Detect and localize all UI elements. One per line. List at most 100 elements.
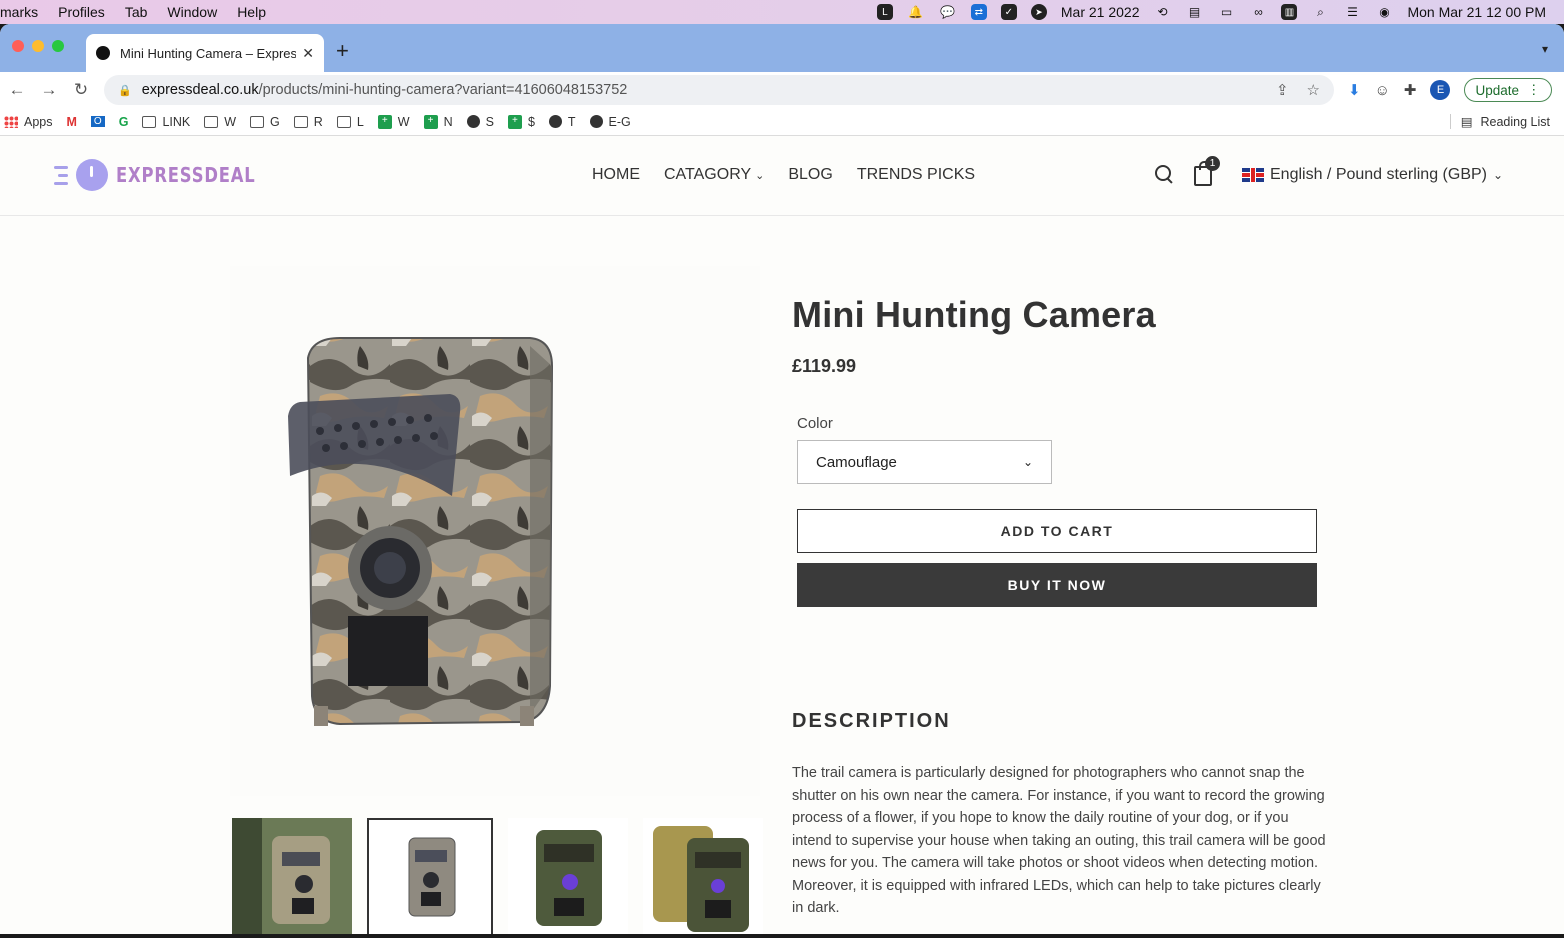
more-menu-icon: ⋮ (1527, 82, 1541, 97)
thumbnail-image (643, 818, 763, 934)
url-host: expressdeal.co.uk (141, 82, 259, 98)
tab-search-chevron-icon[interactable]: ▾ (1542, 42, 1548, 56)
forward-button[interactable]: → (40, 80, 58, 100)
menu-tab[interactable]: Tab (115, 4, 158, 20)
control-center-icon[interactable]: ☰ (1343, 4, 1361, 20)
bookmark-folder-w[interactable]: W (204, 115, 236, 129)
site-logo[interactable]: EXPRESSDEAL (52, 159, 286, 191)
menubar-clock: Mon Mar 21 12 00 PM (1407, 4, 1546, 20)
bookmark-gmail[interactable]: M (67, 115, 77, 129)
bookmark-globe-eg[interactable]: E-G (589, 115, 631, 129)
locale-selector[interactable]: English / Pound sterling (GBP) ⌄ (1242, 166, 1503, 184)
browser-toolbar: ← → ↻ 🔒 expressdeal.co.uk /products/mini… (0, 72, 1564, 108)
color-select[interactable]: Camouflage ⌄ (797, 440, 1052, 484)
apps-grid-icon (4, 115, 18, 128)
battery-icon[interactable]: ▭ (1217, 4, 1235, 20)
color-select-value: Camouflage (816, 453, 897, 471)
web-page: EXPRESSDEAL HOME CATAGORY ⌄ BLOG TRENDS P… (0, 136, 1564, 934)
cursor-app-icon[interactable]: ➤ (1030, 4, 1047, 20)
back-button[interactable]: ← (8, 80, 26, 100)
reload-button[interactable]: ↻ (72, 80, 90, 100)
chevron-down-icon: ⌄ (1022, 455, 1033, 469)
reading-list-button[interactable]: ▤ Reading List (1449, 114, 1560, 129)
checkmark-app-icon[interactable]: ✓ (1000, 4, 1017, 20)
bookmark-sheet-dollar[interactable]: + $ (507, 114, 535, 129)
spotlight-search-icon[interactable]: ⌕ (1311, 4, 1329, 20)
site-header: EXPRESSDEAL HOME CATAGORY ⌄ BLOG TRENDS P… (0, 136, 1564, 216)
time-machine-icon[interactable]: ⟲ (1153, 4, 1171, 20)
menu-window[interactable]: Window (157, 4, 227, 20)
link-icon[interactable]: ∞ (1249, 4, 1267, 20)
globe-icon (548, 115, 562, 128)
profile-avatar[interactable]: E (1430, 80, 1451, 100)
bookmark-folder-g[interactable]: G (250, 115, 280, 129)
bookmark-globe-s[interactable]: S (466, 115, 494, 129)
thumbnail-2-selected[interactable] (367, 818, 493, 934)
bookmark-sheet-n[interactable]: + N (423, 114, 453, 129)
tab-strip: Mini Hunting Camera – ExpressDeal ✕ + ▾ (0, 24, 1564, 72)
uk-flag-icon (1242, 168, 1264, 182)
header-actions: 1 (1154, 156, 1220, 186)
bookmark-grammarly[interactable]: G (119, 115, 129, 129)
siri-icon[interactable]: ◉ (1375, 4, 1393, 20)
teamviewer-icon[interactable]: ⇄ (970, 4, 987, 20)
logo-clock-icon (76, 159, 108, 191)
nav-blog[interactable]: BLOG (788, 166, 832, 184)
bookmark-globe-t[interactable]: T (548, 115, 576, 129)
menu-help[interactable]: Help (227, 4, 276, 20)
close-tab-icon[interactable]: ✕ (302, 45, 314, 62)
menu-profiles[interactable]: Profiles (48, 4, 115, 20)
active-tab[interactable]: Mini Hunting Camera – ExpressDeal ✕ (86, 34, 324, 72)
lock-icon[interactable]: 🔒 (118, 84, 132, 97)
tab-title: Mini Hunting Camera – ExpressDeal (120, 45, 297, 61)
product-title: Mini Hunting Camera (792, 294, 1156, 335)
bookmark-folder-r[interactable]: R (293, 115, 323, 129)
folder-icon (142, 115, 157, 128)
extension-face-icon[interactable]: ☺ (1375, 82, 1390, 99)
bookmark-sheet-w[interactable]: + W (377, 114, 410, 129)
color-option-label: Color (797, 415, 833, 432)
wechat-icon[interactable]: 💬 (939, 4, 957, 20)
new-tab-button[interactable]: + (336, 38, 349, 64)
nav-home[interactable]: HOME (592, 166, 640, 184)
menu-marks[interactable]: marks (0, 4, 48, 20)
bookmark-folder-link[interactable]: LINK (142, 115, 190, 129)
extensions-puzzle-icon[interactable]: ✚ (1404, 81, 1417, 99)
add-to-cart-button[interactable]: ADD TO CART (797, 509, 1317, 553)
cart-bag-icon[interactable]: 1 (1194, 156, 1220, 186)
maximize-window-button[interactable] (52, 40, 64, 52)
minimize-window-button[interactable] (32, 40, 44, 52)
nav-category[interactable]: CATAGORY ⌄ (664, 166, 764, 184)
description-heading: DESCRIPTION (792, 710, 951, 732)
thumbnail-3[interactable] (508, 818, 628, 934)
close-window-button[interactable] (12, 40, 24, 52)
folder-icon (336, 115, 351, 128)
keyboard-icon[interactable]: ▥ (1281, 4, 1298, 20)
bookmark-folder-l[interactable]: L (336, 115, 364, 129)
nav-trends-picks[interactable]: TRENDS PICKS (857, 166, 975, 184)
search-icon[interactable] (1154, 164, 1174, 184)
buy-it-now-button[interactable]: BUY IT NOW (797, 563, 1317, 607)
line-app-icon[interactable]: L (876, 4, 893, 20)
bookmark-apps[interactable]: Apps (4, 115, 53, 129)
chevron-down-icon: ⌄ (755, 170, 765, 182)
reading-list-icon: ▤ (1460, 115, 1473, 129)
outlook-icon: O (90, 116, 105, 127)
update-button[interactable]: Update ⋮ (1464, 78, 1552, 102)
notification-bell-icon[interactable]: 🔔 (907, 4, 925, 20)
grammarly-icon: G (118, 114, 129, 129)
thumbnail-1[interactable] (232, 818, 352, 934)
share-icon[interactable]: ⇪ (1276, 81, 1289, 99)
address-bar[interactable]: 🔒 expressdeal.co.uk /products/mini-hunti… (104, 75, 1334, 105)
product-main-image[interactable] (230, 266, 760, 796)
bookmarks-bar: Apps M O G LINK W G R L + W + N S + $ T E-G… (0, 108, 1564, 136)
browser-window: Mini Hunting Camera – ExpressDeal ✕ + ▾ … (0, 24, 1564, 934)
bookmark-outlook[interactable]: O (90, 116, 105, 127)
thumbnail-4[interactable] (643, 818, 763, 934)
bookmark-star-icon[interactable]: ☆ (1307, 81, 1320, 99)
main-navigation: HOME CATAGORY ⌄ BLOG TRENDS PICKS (592, 166, 975, 184)
download-extension-icon[interactable]: ⬇ (1348, 81, 1361, 99)
us-flag-icon[interactable]: ▤ (1185, 4, 1203, 20)
sheets-icon: + (377, 114, 392, 129)
window-controls (12, 40, 64, 52)
